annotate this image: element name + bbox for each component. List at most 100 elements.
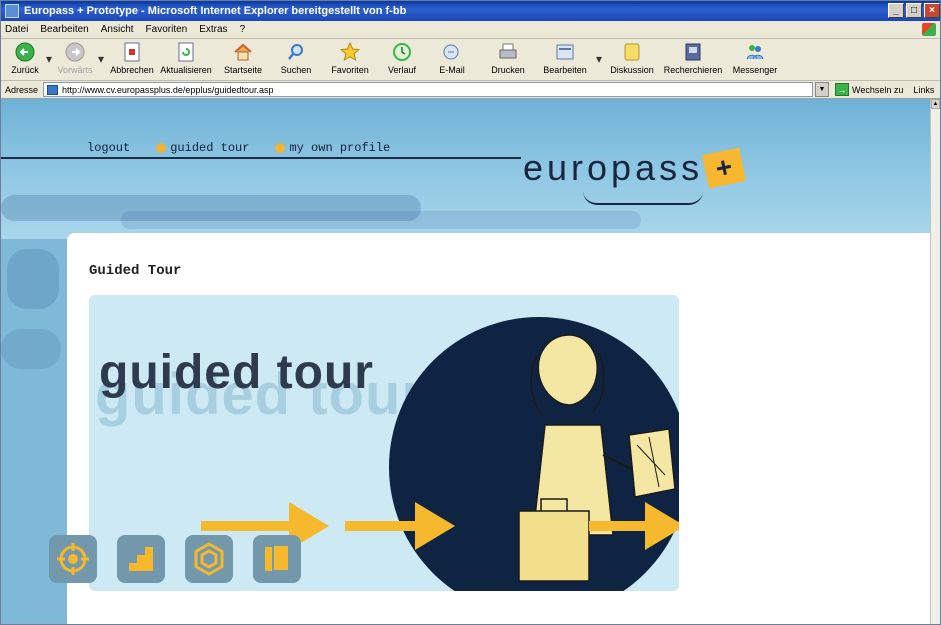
research-label: Recherchieren — [663, 65, 723, 75]
scroll-up-icon[interactable]: ▲ — [931, 99, 940, 109]
refresh-button[interactable]: Aktualisieren — [157, 39, 215, 79]
history-button[interactable]: Verlauf — [379, 39, 425, 79]
refresh-icon — [175, 42, 197, 62]
bullet-icon — [156, 143, 167, 153]
window-title: Europass + Prototype - Microsoft Interne… — [24, 5, 407, 17]
steps-tile[interactable] — [117, 535, 165, 583]
research-icon — [682, 42, 704, 62]
nav-logout-label: logout — [87, 141, 131, 155]
back-arrow-icon — [14, 42, 36, 62]
edit-button[interactable]: Bearbeiten — [537, 39, 593, 79]
edit-dropdown-icon[interactable]: ▾ — [593, 39, 605, 79]
search-button[interactable]: Suchen — [271, 39, 321, 79]
stairs-icon — [129, 547, 153, 571]
nav-guided-tour[interactable]: guided tour — [156, 141, 249, 155]
home-label: Startseite — [223, 65, 263, 75]
go-arrow-icon: → — [835, 83, 849, 96]
target-tile[interactable] — [49, 535, 97, 583]
page-viewport: logout guided tour my own profile europa… — [1, 99, 932, 624]
favorites-label: Favoriten — [331, 65, 369, 75]
nav-my-profile-label: my own profile — [289, 141, 391, 155]
forward-button[interactable]: Vorwärts — [55, 39, 95, 79]
ie-icon — [5, 4, 19, 18]
discuss-label: Diskussion — [610, 65, 654, 75]
forward-arrow-icon — [64, 42, 86, 62]
url-text: http://www.cv.europassplus.de/epplus/gui… — [62, 84, 274, 95]
tour-icon-row — [49, 535, 301, 583]
window-controls: _ □ × — [888, 3, 940, 18]
refresh-label: Aktualisieren — [160, 65, 212, 75]
home-icon — [232, 42, 254, 62]
history-icon — [391, 42, 413, 62]
page-icon — [47, 85, 58, 95]
arrow-shaft — [201, 521, 301, 531]
stop-button[interactable]: Abbrechen — [107, 39, 157, 79]
nav-my-profile[interactable]: my own profile — [275, 141, 390, 155]
windows-logo-icon — [922, 23, 936, 36]
menu-file[interactable]: Datei — [5, 24, 28, 35]
documents-icon — [265, 544, 290, 572]
star-icon — [339, 42, 361, 62]
browser-window: Europass + Prototype - Microsoft Interne… — [0, 0, 941, 625]
go-button[interactable]: → Wechseln zu — [835, 83, 903, 96]
arrow-shaft — [589, 521, 649, 531]
home-button[interactable]: Startseite — [215, 39, 271, 79]
menu-favorites[interactable]: Favoriten — [146, 24, 188, 35]
messenger-button[interactable]: Messenger — [727, 39, 783, 79]
menu-view[interactable]: Ansicht — [101, 24, 134, 35]
go-label: Wechseln zu — [852, 84, 904, 95]
europass-logo[interactable]: europass + — [523, 147, 753, 217]
nav-logout[interactable]: logout — [87, 141, 130, 155]
menu-tools[interactable]: Extras — [199, 24, 227, 35]
close-button[interactable]: × — [924, 3, 940, 18]
mail-button[interactable]: E-Mail — [425, 39, 479, 79]
address-bar: Adresse http://www.cv.europassplus.de/ep… — [1, 81, 940, 99]
forward-label: Vorwärts — [57, 65, 93, 75]
research-button[interactable]: Recherchieren — [659, 39, 727, 79]
side-decor — [7, 249, 59, 309]
forward-dropdown-icon[interactable]: ▾ — [95, 39, 107, 79]
logo-plus: + — [701, 147, 747, 189]
side-decor — [1, 329, 61, 369]
address-label: Adresse — [5, 84, 39, 95]
mail-label: E-Mail — [439, 65, 465, 75]
bullet-icon — [275, 143, 286, 153]
stop-label: Abbrechen — [110, 65, 154, 75]
edit-label: Bearbeiten — [543, 65, 587, 75]
vertical-scrollbar[interactable]: ▲ — [930, 99, 940, 624]
url-dropdown-icon[interactable]: ▼ — [815, 82, 829, 97]
links-button[interactable]: Links — [913, 85, 934, 95]
search-label: Suchen — [280, 65, 312, 75]
discuss-icon — [621, 42, 643, 62]
nav-guided-tour-label: guided tour — [170, 141, 250, 155]
crosshair-icon — [57, 543, 89, 575]
discuss-button[interactable]: Diskussion — [605, 39, 659, 79]
logo-wordmark: europass — [523, 147, 704, 188]
maximize-button[interactable]: □ — [906, 3, 922, 18]
back-label: Zurück — [11, 65, 39, 75]
back-button[interactable]: Zurück — [7, 39, 43, 79]
search-icon — [285, 42, 307, 62]
messenger-icon — [744, 42, 766, 62]
printer-icon — [497, 42, 519, 62]
standard-toolbar: Zurück ▾ Vorwärts ▾ Abbrechen Aktualisie… — [1, 39, 940, 81]
print-button[interactable]: Drucken — [479, 39, 537, 79]
minimize-button[interactable]: _ — [888, 3, 904, 18]
menu-help[interactable]: ? — [240, 24, 246, 35]
page-title: Guided Tour — [89, 263, 182, 279]
menu-edit[interactable]: Bearbeiten — [40, 24, 88, 35]
header-rule — [1, 157, 521, 159]
mail-icon — [441, 42, 463, 62]
arrow-right-icon — [645, 502, 679, 550]
favorites-button[interactable]: Favoriten — [321, 39, 379, 79]
messenger-label: Messenger — [732, 65, 778, 75]
arrow-right-icon — [415, 502, 455, 550]
hexagon-icon — [194, 542, 224, 576]
documents-tile[interactable] — [253, 535, 301, 583]
stop-icon — [121, 42, 143, 62]
url-input[interactable]: http://www.cv.europassplus.de/epplus/gui… — [43, 82, 813, 97]
back-dropdown-icon[interactable]: ▾ — [43, 39, 55, 79]
hexagon-tile[interactable] — [185, 535, 233, 583]
history-label: Verlauf — [387, 65, 417, 75]
hero-headline: guided tour — [99, 346, 374, 399]
